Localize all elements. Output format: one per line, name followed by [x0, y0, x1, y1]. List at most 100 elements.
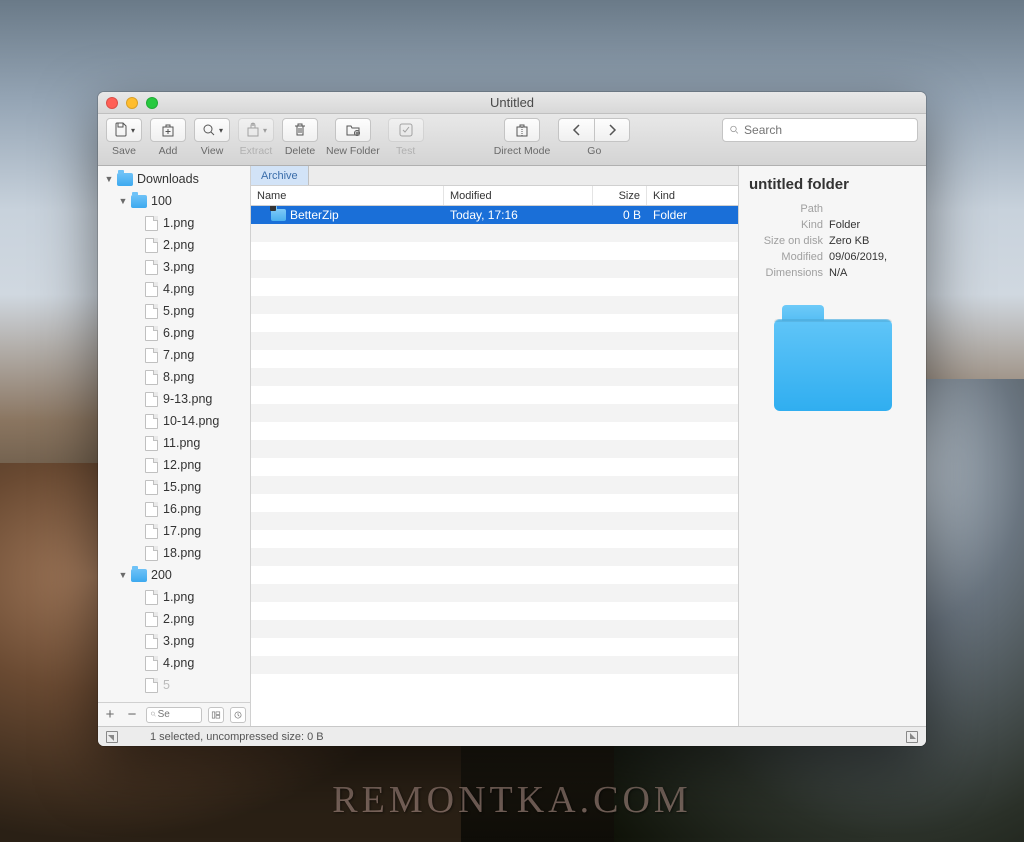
table-row[interactable]: BetterZipToday, 17:160 BFolder [251, 206, 738, 224]
table-row-empty [251, 386, 738, 404]
tree-row[interactable]: 11.png [98, 432, 250, 454]
tree-row[interactable]: 5 [98, 674, 250, 696]
kind-value: Folder [829, 219, 860, 231]
table-row-empty [251, 512, 738, 530]
table-row-empty [251, 404, 738, 422]
search-input[interactable] [722, 118, 918, 142]
table-row-empty [251, 548, 738, 566]
table-row-empty [251, 584, 738, 602]
sidebar-tool-1[interactable] [208, 707, 224, 723]
tree-row[interactable]: 9-13.png [98, 388, 250, 410]
modified-value: 09/06/2019, [829, 251, 887, 263]
search-icon [729, 124, 740, 136]
table-row-empty [251, 332, 738, 350]
new-folder-button[interactable] [335, 118, 371, 142]
chevron-down-icon: ▾ [219, 126, 223, 135]
tree-row[interactable]: 2.png [98, 608, 250, 630]
tree-row[interactable]: 3.png [98, 630, 250, 652]
tree-row[interactable]: 5.png [98, 300, 250, 322]
new-folder-icon [345, 122, 361, 138]
tree-row[interactable]: 6.png [98, 322, 250, 344]
tab-archive[interactable]: Archive [251, 166, 309, 185]
tree-row[interactable]: 1.png [98, 212, 250, 234]
tree-row[interactable]: 4.png [98, 652, 250, 674]
table-row-empty [251, 638, 738, 656]
col-modified[interactable]: Modified [444, 186, 593, 205]
tree-row[interactable]: 12.png [98, 454, 250, 476]
col-size[interactable]: Size [593, 186, 647, 205]
app-window: Untitled ▾ Save Add ▾ View ▾ [98, 92, 926, 746]
save-icon [113, 122, 129, 138]
dimensions-value: N/A [829, 267, 847, 279]
search-icon [150, 710, 158, 719]
table-row-empty [251, 674, 738, 692]
tree-row[interactable]: ▼100 [98, 190, 250, 212]
remove-source-button[interactable]: − [124, 706, 140, 723]
tree-row[interactable]: 4.png [98, 278, 250, 300]
minimize-icon[interactable] [126, 97, 138, 109]
tree-row[interactable]: ▼Downloads [98, 168, 250, 190]
go-forward-button[interactable] [594, 118, 630, 142]
sidebar-filter-field[interactable] [158, 709, 198, 720]
file-tree[interactable]: ▼Downloads▼1001.png2.png3.png4.png5.png6… [98, 166, 250, 702]
column-headers[interactable]: Name Modified Size Kind [251, 186, 738, 206]
close-icon[interactable] [106, 97, 118, 109]
delete-label: Delete [285, 145, 315, 157]
zoom-icon[interactable] [146, 97, 158, 109]
tree-row[interactable]: 18.png [98, 542, 250, 564]
tree-row[interactable]: 8.png [98, 366, 250, 388]
sidebar: ▼Downloads▼1001.png2.png3.png4.png5.png6… [98, 166, 251, 726]
file-list[interactable]: BetterZipToday, 17:160 BFolder [251, 206, 738, 726]
main-content: Archive Name Modified Size Kind BetterZi… [251, 166, 739, 726]
size-label: Size on disk [749, 235, 829, 247]
tree-row[interactable]: 15.png [98, 476, 250, 498]
view-button[interactable]: ▾ [194, 118, 230, 142]
watermark-text: REMONTKA.COM [332, 778, 691, 822]
go-back-button[interactable] [558, 118, 594, 142]
folder-preview-icon [774, 319, 892, 411]
add-label: Add [159, 145, 178, 157]
table-row-empty [251, 224, 738, 242]
extract-button[interactable]: ▾ [238, 118, 274, 142]
add-source-button[interactable]: + [102, 706, 118, 723]
table-row-empty [251, 368, 738, 386]
tree-row[interactable]: 17.png [98, 520, 250, 542]
collapse-left-icon[interactable] [106, 731, 118, 743]
sidebar-tool-2[interactable] [230, 707, 246, 723]
go-label: Go [587, 145, 601, 157]
tree-row[interactable]: 7.png [98, 344, 250, 366]
table-row-empty [251, 350, 738, 368]
add-icon [160, 122, 176, 138]
tree-row[interactable]: 3.png [98, 256, 250, 278]
extract-label: Extract [240, 145, 273, 157]
table-row-empty [251, 656, 738, 674]
chevron-down-icon: ▾ [131, 126, 135, 135]
table-row-empty [251, 422, 738, 440]
titlebar[interactable]: Untitled [98, 92, 926, 114]
check-icon [398, 122, 414, 138]
new-folder-label: New Folder [326, 145, 380, 157]
status-text: 1 selected, uncompressed size: 0 B [150, 731, 324, 743]
sidebar-filter[interactable] [146, 707, 202, 723]
col-kind[interactable]: Kind [647, 186, 738, 205]
toolbar: ▾ Save Add ▾ View ▾ Extract [98, 114, 926, 166]
view-icon [201, 122, 217, 138]
chevron-left-icon [569, 122, 585, 138]
collapse-right-icon[interactable] [906, 731, 918, 743]
tree-row[interactable]: 1.png [98, 586, 250, 608]
tree-row[interactable]: 10-14.png [98, 410, 250, 432]
tree-row[interactable]: 16.png [98, 498, 250, 520]
tree-row[interactable]: ▼200 [98, 564, 250, 586]
direct-mode-button[interactable] [504, 118, 540, 142]
table-row-empty [251, 458, 738, 476]
delete-button[interactable] [282, 118, 318, 142]
direct-mode-label: Direct Mode [494, 145, 551, 157]
save-button[interactable]: ▾ [106, 118, 142, 142]
tree-row[interactable]: 2.png [98, 234, 250, 256]
dimensions-label: Dimensions [749, 267, 829, 279]
modified-label: Modified [749, 251, 829, 263]
col-name[interactable]: Name [251, 186, 444, 205]
add-button[interactable] [150, 118, 186, 142]
test-button[interactable] [388, 118, 424, 142]
search-field[interactable] [744, 123, 911, 137]
